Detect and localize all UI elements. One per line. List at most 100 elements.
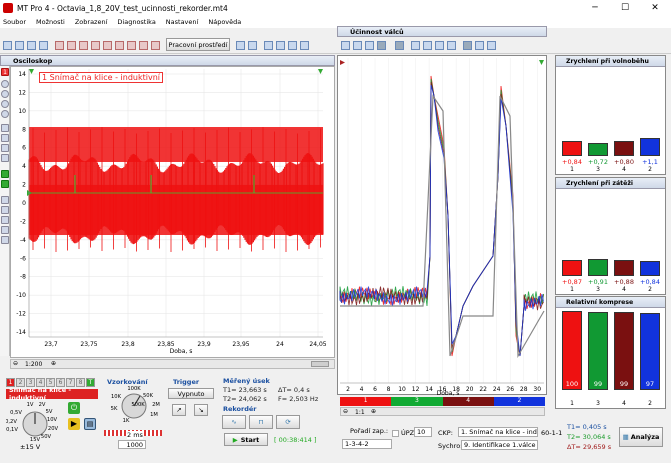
rec-sine-icon[interactable]: ∿	[222, 415, 246, 429]
upz-input[interactable]: 10	[414, 427, 432, 437]
close-button[interactable]: ✕	[640, 0, 670, 16]
marker-icon[interactable]	[411, 41, 420, 50]
zoom-reset-icon[interactable]	[1, 100, 9, 108]
vz-tick: 5K	[111, 406, 118, 412]
zoom-tool-icon[interactable]	[353, 41, 362, 50]
menu-nastaveni[interactable]: Nastavení	[166, 18, 199, 26]
cursor-tool-icon[interactable]	[341, 41, 350, 50]
table-view-icon[interactable]	[475, 41, 484, 50]
menu-diagnostika[interactable]: Diagnostika	[117, 18, 155, 26]
channel-1-tab[interactable]: 1	[1, 68, 9, 76]
marker-remove-icon[interactable]	[1, 180, 9, 188]
layout-8-icon[interactable]	[139, 41, 148, 50]
layout-1-icon[interactable]	[55, 41, 64, 50]
ucin-plot-area[interactable]: 2 4 6 8 10 12 14 16 18 20 22 24 26 28 30 Doba, s	[337, 55, 547, 397]
osc-x-tick: 23,95	[232, 341, 249, 348]
layout-6-icon[interactable]	[115, 41, 124, 50]
vz-count-input[interactable]: 1000	[118, 440, 146, 449]
ucin-channel-1[interactable]: 1	[340, 397, 392, 406]
layout-4-icon[interactable]	[91, 41, 100, 50]
menu-soubor[interactable]: Soubor	[3, 18, 26, 26]
undo-icon[interactable]	[236, 41, 245, 50]
cylinder-icon[interactable]	[435, 41, 444, 50]
measure-icon[interactable]	[423, 41, 432, 50]
bar-komprese-1	[562, 311, 582, 390]
cursor-d-icon[interactable]	[1, 236, 9, 244]
ucin-zoom-plus[interactable]: ⊕	[371, 408, 376, 415]
workspace-dropdown[interactable]: Pracovní prostředí	[166, 38, 230, 51]
cursor-b-icon[interactable]	[1, 216, 9, 224]
ucin-channel-4[interactable]: 4	[442, 397, 494, 406]
rec-stop-icon[interactable]: ⊓	[249, 415, 273, 429]
ucin-channel-2[interactable]: 2	[493, 397, 545, 406]
home-icon[interactable]	[264, 41, 273, 50]
ucin-scrollbar[interactable]: ⊖ 1:1 ⊕	[340, 407, 545, 416]
trigger-rising-icon[interactable]: ↗	[172, 404, 186, 416]
zoom-x-icon[interactable]	[365, 41, 374, 50]
osc-title: Osciloskop	[13, 56, 53, 65]
layout-9-icon[interactable]	[151, 41, 160, 50]
vz-tick: 2M	[152, 402, 160, 408]
offset-icon[interactable]	[1, 110, 9, 118]
maximize-button[interactable]: ☐	[610, 0, 640, 16]
new-file-icon[interactable]	[3, 41, 12, 50]
marker-add-icon[interactable]	[1, 170, 9, 178]
osc-plot-area[interactable]: 14 12 10 8 6 4 2 0 -2 -4 -6 -8 -10 -12 -14 23,7 23,75 23,…	[10, 66, 335, 358]
channel-name[interactable]: Snímač na klice - induktivní	[6, 386, 98, 402]
cursor-a-icon[interactable]	[1, 206, 9, 214]
menu-moznosti[interactable]: Možnosti	[36, 18, 65, 26]
grid-icon[interactable]	[1, 196, 9, 204]
minimize-button[interactable]: ─	[580, 0, 610, 16]
chart-bars-icon[interactable]	[463, 41, 472, 50]
layout-5-icon[interactable]	[103, 41, 112, 50]
menu-napoveda[interactable]: Nápověda	[208, 18, 241, 26]
osc-zoom-minus[interactable]: ⊖	[13, 360, 18, 367]
bar-zatez-4	[614, 260, 634, 276]
zoom-out-icon[interactable]	[1, 90, 9, 98]
zoom-in-icon[interactable]	[1, 80, 9, 88]
save-channel-icon[interactable]: ▤	[84, 418, 96, 430]
menu-zobrazeni[interactable]: Zobrazení	[75, 18, 108, 26]
zoom-y-icon[interactable]	[377, 41, 386, 50]
open-file-icon[interactable]	[15, 41, 24, 50]
layout-2-icon[interactable]	[67, 41, 76, 50]
settings-icon[interactable]	[300, 41, 309, 50]
arrow-fit-icon[interactable]	[1, 154, 9, 162]
ucin-channel-3[interactable]: 3	[391, 397, 443, 406]
arrow-updown-icon[interactable]	[1, 144, 9, 152]
save-as-icon[interactable]	[39, 41, 48, 50]
upz-checkbox[interactable]	[392, 430, 399, 437]
analyza-button[interactable]: ▦ Analýza	[619, 427, 663, 447]
ucin-zoom-minus[interactable]: ⊖	[343, 408, 348, 415]
save-icon[interactable]	[27, 41, 36, 50]
export-icon[interactable]	[276, 41, 285, 50]
osc-scrollbar[interactable]: ⊖ 1:200 ⊕	[10, 359, 335, 369]
play-icon[interactable]: ▶	[68, 418, 80, 430]
osc-zoom-plus[interactable]: ⊕	[51, 360, 56, 367]
poradi-select[interactable]: 1-3-4-2	[342, 439, 392, 449]
arrow-down-icon[interactable]	[1, 134, 9, 142]
histogram-icon[interactable]	[447, 41, 456, 50]
power-icon[interactable]: ⏻	[68, 402, 80, 414]
vzorkovani-knob[interactable]: 100K 10K 50K 500K 2M 5K 1M 1K	[104, 384, 166, 429]
layout-3-icon[interactable]	[79, 41, 88, 50]
arrow-up-icon[interactable]	[1, 124, 9, 132]
start-button[interactable]: ▶ Start	[224, 433, 268, 446]
bar-cylinder-label: 2	[648, 166, 652, 173]
print-icon[interactable]	[288, 41, 297, 50]
info-icon[interactable]	[487, 41, 496, 50]
osc-y-tick: 6	[22, 145, 26, 152]
layout-7-icon[interactable]	[127, 41, 136, 50]
cursor-c-icon[interactable]	[1, 226, 9, 234]
sychro-select[interactable]: 9. Identifikace 1.válce	[461, 440, 538, 450]
trigger-falling-icon[interactable]: ↘	[194, 404, 208, 416]
ucin-title: Účinnost válců	[350, 27, 404, 36]
trigger-mode-dropdown[interactable]: Vypnuto	[168, 388, 214, 399]
car-icon[interactable]	[248, 41, 257, 50]
ucin-x-tick: 26	[506, 386, 514, 393]
ckp-select[interactable]: 1. Snímač na klice - indukti	[458, 427, 538, 437]
rec-loop-icon[interactable]: ⟳	[276, 415, 300, 429]
osc-scroll-thumb[interactable]	[311, 361, 329, 367]
bar-view-icon[interactable]	[395, 41, 404, 50]
bar-cylinder-label: 2	[648, 286, 652, 293]
